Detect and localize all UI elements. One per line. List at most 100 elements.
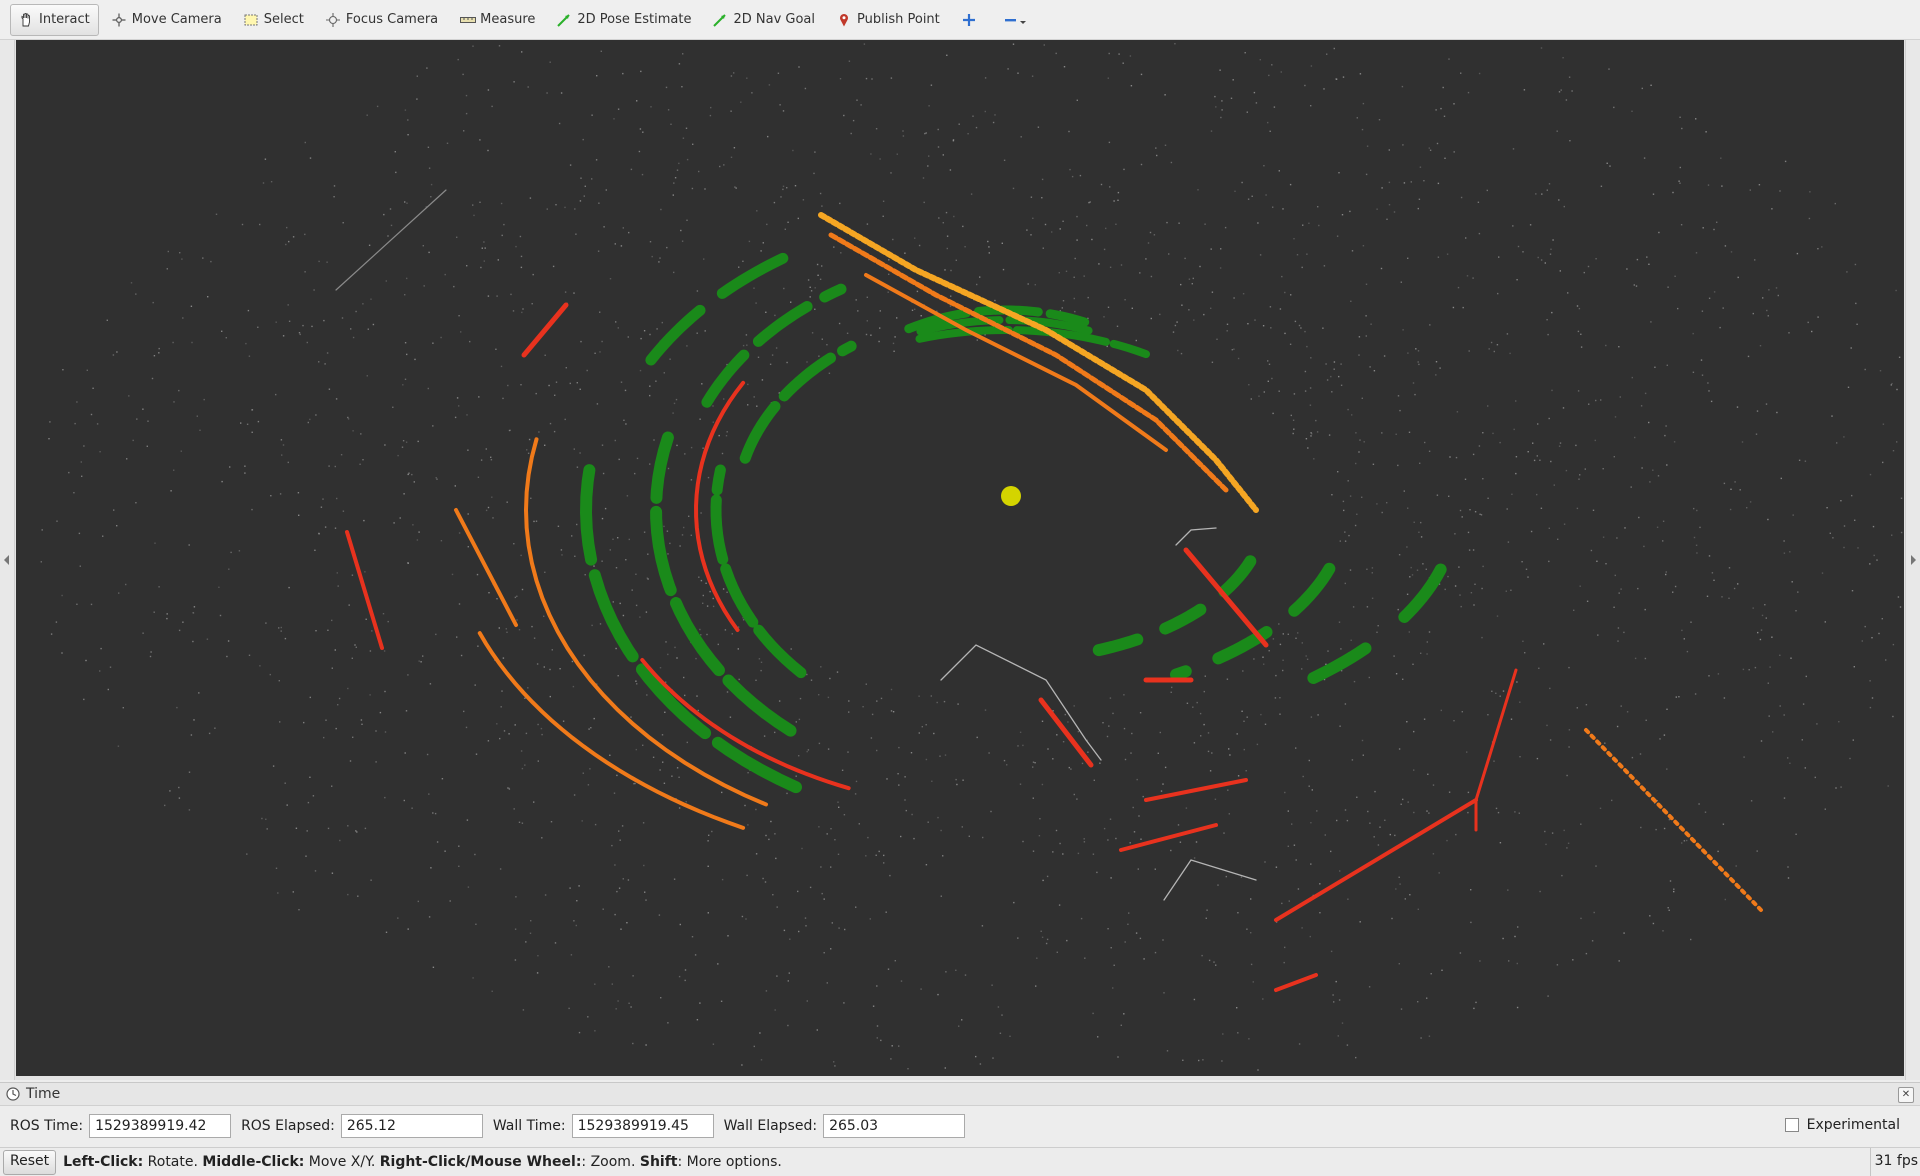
noise-point <box>1304 390 1307 392</box>
noise-point <box>1788 332 1790 334</box>
noise-point <box>1297 632 1299 634</box>
noise-point <box>753 287 755 289</box>
noise-point <box>562 720 565 722</box>
noise-point <box>678 162 680 165</box>
noise-point <box>1576 707 1578 709</box>
close-icon[interactable]: ✕ <box>1898 1087 1914 1103</box>
noise-point <box>1115 223 1117 225</box>
tool-focus-camera[interactable]: Focus Camera <box>317 4 447 36</box>
tool-2d-pose-estimate[interactable]: 2D Pose Estimate <box>548 4 700 36</box>
noise-point <box>579 388 581 390</box>
noise-point <box>1475 1001 1477 1004</box>
noise-point <box>894 960 896 962</box>
experimental-toggle[interactable]: Experimental <box>1784 1117 1900 1133</box>
noise-point <box>1174 43 1176 45</box>
noise-point <box>214 727 216 729</box>
add-tool-button[interactable] <box>953 4 991 36</box>
noise-point <box>734 186 736 188</box>
noise-point <box>1240 876 1243 878</box>
wall-time-field[interactable]: 1529389919.45 <box>571 1113 714 1138</box>
3d-viewport[interactable] <box>16 40 1904 1076</box>
noise-point <box>1892 450 1895 452</box>
noise-point <box>1065 270 1068 272</box>
remove-tool-button[interactable] <box>995 4 1043 36</box>
noise-point <box>328 388 331 390</box>
noise-point <box>1350 300 1352 302</box>
noise-point <box>578 885 580 887</box>
noise-point <box>1248 1038 1250 1040</box>
right-dock-handle[interactable] <box>1905 40 1920 1080</box>
noise-point <box>1758 184 1761 186</box>
noise-point <box>1316 431 1319 433</box>
noise-point <box>1055 52 1057 55</box>
noise-point <box>487 295 490 297</box>
noise-point <box>596 75 598 77</box>
noise-point <box>407 473 409 476</box>
noise-point <box>1340 648 1342 650</box>
noise-point <box>1108 725 1110 727</box>
noise-point <box>1644 657 1647 660</box>
noise-point <box>1435 109 1437 111</box>
noise-point <box>1417 908 1419 910</box>
left-dock-handle[interactable] <box>0 40 15 1080</box>
noise-point <box>1567 842 1570 844</box>
tool-select[interactable]: Select <box>235 4 313 36</box>
noise-point <box>208 732 211 735</box>
noise-point <box>478 396 480 398</box>
noise-point <box>1366 145 1369 147</box>
noise-point <box>338 697 341 700</box>
experimental-checkbox[interactable] <box>1784 1118 1799 1132</box>
tool-interact[interactable]: Interact <box>10 3 99 36</box>
reset-button[interactable]: Reset <box>3 1149 57 1175</box>
noise-point <box>1293 428 1295 430</box>
noise-point <box>366 114 368 116</box>
noise-point <box>1056 951 1058 953</box>
noise-point <box>630 716 632 718</box>
noise-point <box>280 630 282 632</box>
noise-point <box>375 730 377 732</box>
tool-measure[interactable]: Measure <box>451 4 544 36</box>
noise-point <box>1191 283 1193 285</box>
noise-point <box>911 309 914 311</box>
noise-point <box>1246 928 1248 930</box>
noise-point <box>279 721 281 723</box>
noise-point <box>866 320 868 322</box>
noise-point <box>1441 969 1443 971</box>
noise-point <box>576 900 578 902</box>
noise-point <box>298 909 300 911</box>
noise-point <box>650 106 652 108</box>
tool-move-camera[interactable]: Move Camera <box>103 4 231 36</box>
tool-publish-point[interactable]: Publish Point <box>828 4 949 36</box>
noise-point <box>798 930 800 933</box>
noise-point <box>1466 751 1468 753</box>
noise-point <box>1373 836 1375 838</box>
noise-point <box>266 828 268 830</box>
noise-point <box>1536 493 1538 496</box>
noise-point <box>833 246 835 248</box>
noise-point <box>1295 637 1297 639</box>
noise-point <box>515 245 517 248</box>
noise-point <box>1458 566 1460 568</box>
noise-point <box>307 421 309 424</box>
noise-point <box>1179 841 1182 843</box>
noise-point <box>834 839 836 841</box>
wall-elapsed-field[interactable]: 265.03 <box>823 1113 966 1138</box>
noise-point <box>548 384 550 387</box>
ros-elapsed-field[interactable]: 265.12 <box>340 1113 483 1138</box>
noise-point <box>724 629 727 631</box>
noise-point <box>1041 783 1044 786</box>
noise-point <box>1352 606 1355 608</box>
noise-point <box>594 1030 596 1032</box>
noise-point <box>198 692 200 694</box>
tool-2d-nav-goal[interactable]: 2D Nav Goal <box>704 4 824 36</box>
noise-point <box>465 726 468 729</box>
noise-point <box>529 197 532 199</box>
noise-point <box>988 252 990 254</box>
noise-point <box>118 592 120 594</box>
noise-point <box>837 801 839 803</box>
ros-time-field[interactable]: 1529389919.42 <box>89 1113 232 1138</box>
noise-point <box>483 260 485 262</box>
tool-label: Publish Point <box>857 12 940 27</box>
noise-point <box>646 577 648 579</box>
noise-point <box>526 449 528 451</box>
